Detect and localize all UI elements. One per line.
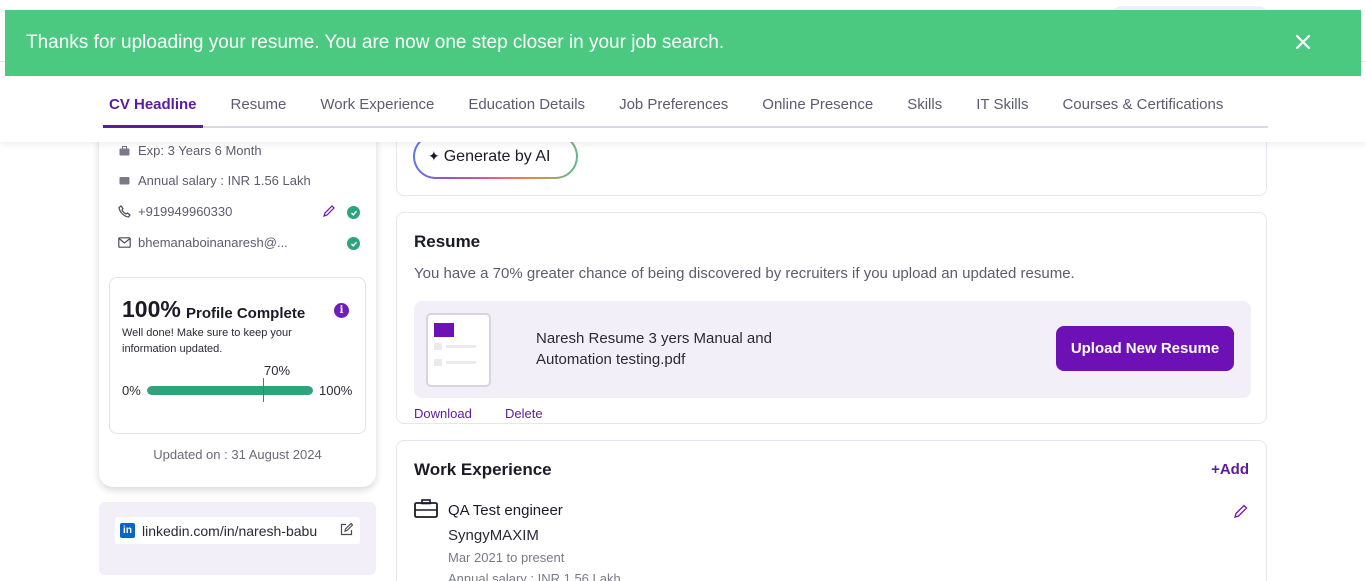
phone-icon	[117, 205, 131, 219]
resume-card: Resume You have a 70% greater chance of …	[396, 212, 1267, 424]
edit-linkedin-icon[interactable]	[339, 522, 354, 537]
profile-completion-box: 100% Profile Complete i Well done! Make …	[109, 277, 366, 434]
sparkle-icon: ✦	[428, 148, 440, 164]
tab-courses-certifications[interactable]: Courses & Certifications	[1045, 86, 1240, 128]
briefcase-icon	[414, 499, 438, 518]
resume-description: You have a 70% greater chance of being d…	[414, 265, 1075, 282]
tab-online-presence[interactable]: Online Presence	[745, 86, 890, 128]
experience-text: Exp: 3 Years 6 Month	[138, 143, 262, 158]
document-icon	[426, 313, 491, 387]
linkedin-card: in linkedin.com/in/naresh-babu	[99, 502, 376, 575]
profile-progress-fill	[147, 386, 313, 395]
tab-skills[interactable]: Skills	[890, 86, 959, 128]
profile-completion-message: Well done! Make sure to keep your inform…	[122, 327, 292, 355]
profile-percent: 100%	[122, 296, 181, 322]
upload-new-resume-button[interactable]: Upload New Resume	[1056, 326, 1234, 371]
close-icon[interactable]	[1290, 29, 1316, 55]
work-experience-card: Work Experience +Add QA Test engineer Sy…	[396, 440, 1267, 581]
tab-job-preferences[interactable]: Job Preferences	[602, 86, 745, 128]
edit-work-experience-pencil-icon[interactable]	[1233, 503, 1249, 519]
mail-icon	[117, 236, 131, 250]
email-row: bhemanaboinanaresh@...	[117, 235, 288, 250]
briefcase-icon	[117, 144, 131, 158]
toast-message: Thanks for uploading your resume. You ar…	[26, 32, 725, 53]
edit-phone-pencil-icon[interactable]	[322, 204, 336, 218]
wallet-icon	[117, 174, 131, 188]
generate-by-ai-label: Generate by AI	[443, 147, 551, 165]
section-tabs: CV Headline Resume Work Experience Educa…	[103, 86, 1268, 128]
linkedin-link[interactable]: in linkedin.com/in/naresh-babu	[115, 517, 360, 544]
resume-file-box: Naresh Resume 3 yers Manual and Automati…	[414, 301, 1251, 398]
progress-marker-label: 70%	[264, 363, 291, 378]
email-text: bhemanaboinanaresh@...	[138, 235, 288, 250]
progress-min-label: 0%	[122, 383, 141, 398]
salary-text: Annual salary : INR 1.56 Lakh	[138, 173, 311, 188]
profile-complete-label: Profile Complete	[186, 305, 306, 322]
progress-max-label: 100%	[319, 383, 353, 398]
job-company: SyngyMAXIM	[448, 527, 539, 544]
add-work-experience-link[interactable]: +Add	[1211, 461, 1249, 478]
job-salary: Annual salary : INR 1.56 Lakh	[448, 571, 621, 581]
tab-cv-headline[interactable]: CV Headline	[103, 86, 203, 128]
email-verified-check-icon	[347, 237, 360, 250]
delete-resume-link[interactable]: Delete	[505, 406, 543, 421]
tab-resume[interactable]: Resume	[214, 86, 304, 128]
success-toast: Thanks for uploading your resume. You ar…	[5, 10, 1361, 76]
progress-marker	[263, 378, 264, 402]
updated-on-text: Updated on : 31 August 2024	[153, 447, 322, 462]
download-resume-link[interactable]: Download	[414, 406, 472, 421]
profile-progress-bar	[147, 386, 313, 395]
work-experience-title: Work Experience	[414, 460, 552, 479]
linkedin-url: linkedin.com/in/naresh-babu	[142, 522, 318, 539]
salary-row: Annual salary : INR 1.56 Lakh	[117, 173, 311, 188]
phone-text: +919949960330	[138, 204, 233, 219]
info-icon[interactable]: i	[334, 303, 349, 318]
tab-it-skills[interactable]: IT Skills	[959, 86, 1045, 128]
phone-row: +919949960330	[117, 204, 232, 219]
resume-file-name: Naresh Resume 3 yers Manual and Automati…	[536, 330, 772, 368]
job-title: QA Test engineer	[448, 502, 563, 519]
section-tabs-bar: CV Headline Resume Work Experience Educa…	[0, 76, 1366, 142]
experience-row: Exp: 3 Years 6 Month	[117, 143, 262, 158]
job-dates: Mar 2021 to present	[448, 550, 565, 565]
tab-work-experience[interactable]: Work Experience	[303, 86, 451, 128]
resume-title: Resume	[414, 232, 481, 251]
tab-education-details[interactable]: Education Details	[451, 86, 602, 128]
linkedin-icon: in	[120, 523, 135, 538]
phone-verified-check-icon	[347, 206, 360, 219]
profile-summary-card: Exp: 3 Years 6 Month Annual salary : INR…	[99, 120, 376, 487]
